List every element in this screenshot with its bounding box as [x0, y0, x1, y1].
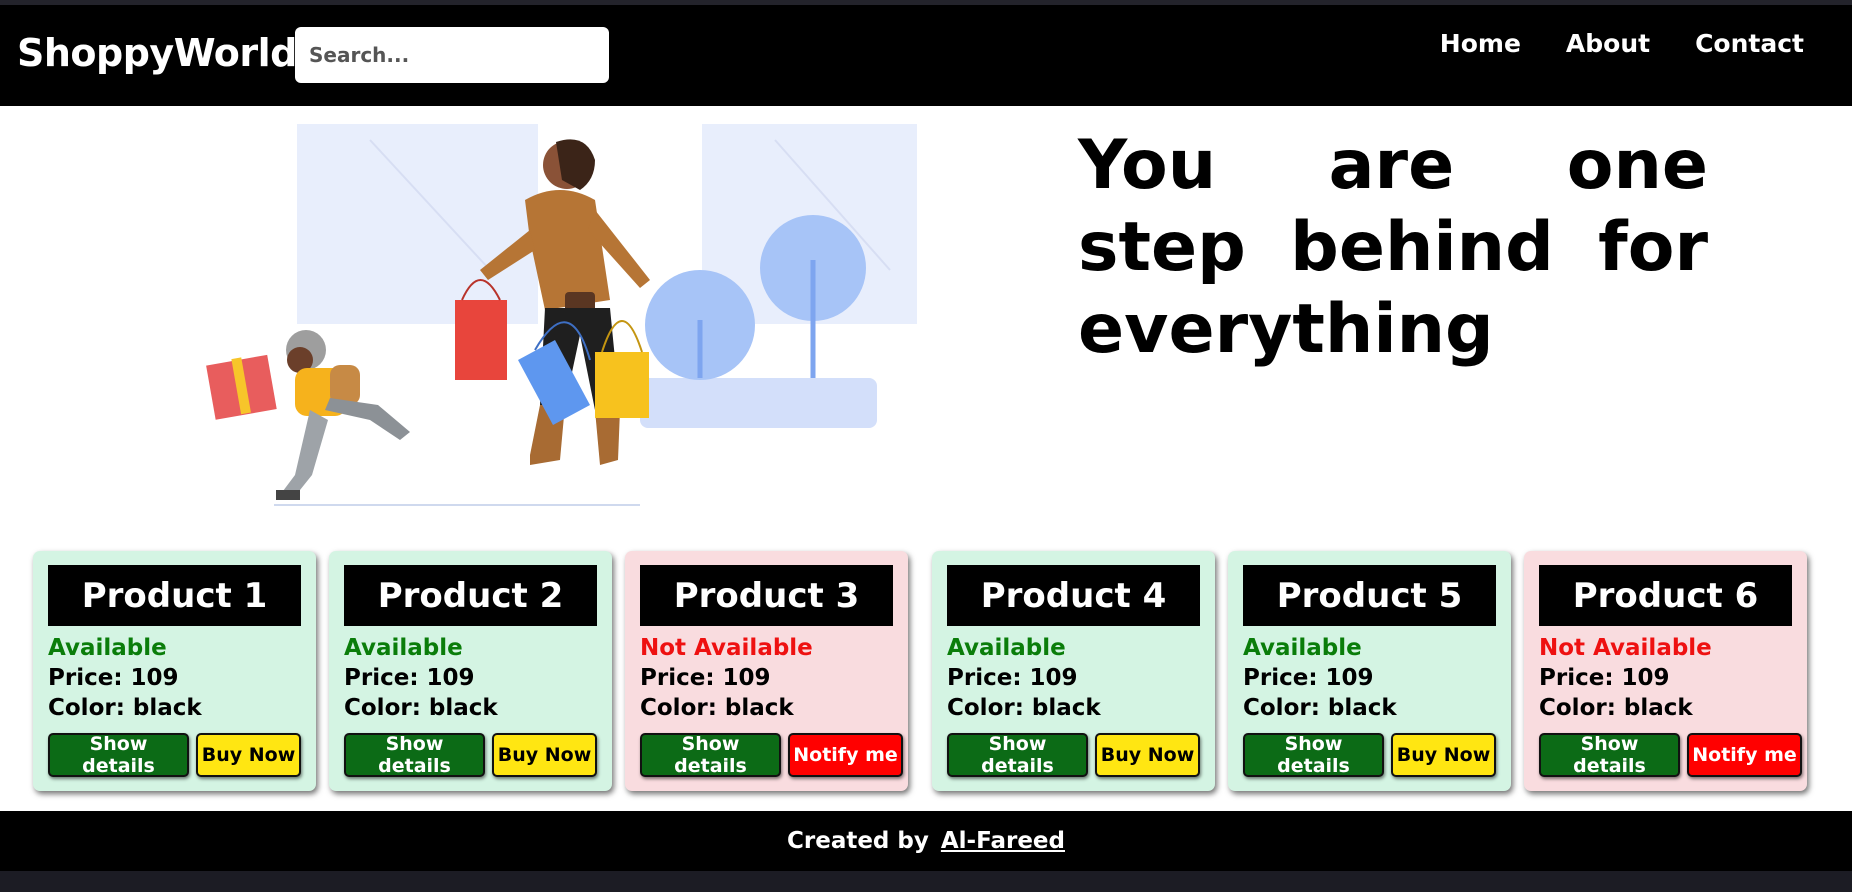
product-title: Product 3	[640, 565, 893, 626]
nav-link-home[interactable]: Home	[1440, 29, 1521, 58]
product-price: Price: 109	[1243, 665, 1374, 691]
product-title: Product 2	[344, 565, 597, 626]
product-color: Color: black	[1539, 695, 1693, 721]
show-details-button[interactable]: Show details	[1243, 733, 1384, 777]
show-details-button[interactable]: Show details	[1539, 733, 1680, 777]
product-card: Product 3 Not Available Price: 109 Color…	[625, 551, 908, 791]
nav-links: Home About Contact	[1395, 29, 1804, 58]
buy-now-button[interactable]: Buy Now	[1391, 733, 1496, 777]
product-card: Product 5 Available Price: 109 Color: bl…	[1228, 551, 1511, 791]
product-title: Product 4	[947, 565, 1200, 626]
nav-link-contact[interactable]: Contact	[1695, 29, 1804, 58]
availability-status: Available	[344, 635, 463, 661]
availability-status: Not Available	[640, 635, 813, 661]
notify-me-button[interactable]: Notify me	[1687, 733, 1802, 777]
product-card: Product 4 Available Price: 109 Color: bl…	[932, 551, 1215, 791]
product-color: Color: black	[1243, 695, 1397, 721]
availability-status: Available	[48, 635, 167, 661]
search-input[interactable]	[295, 27, 609, 83]
product-color: Color: black	[947, 695, 1101, 721]
product-title: Product 6	[1539, 565, 1792, 626]
nav-link-about[interactable]: About	[1566, 29, 1650, 58]
product-price: Price: 109	[344, 665, 475, 691]
buy-now-button[interactable]: Buy Now	[196, 733, 301, 777]
product-price: Price: 109	[1539, 665, 1670, 691]
product-color: Color: black	[640, 695, 794, 721]
product-grid: Product 1 Available Price: 109 Color: bl…	[33, 551, 1823, 791]
hero-headline: You are one step behind for everything	[1078, 126, 1708, 369]
availability-status: Not Available	[1539, 635, 1712, 661]
product-price: Price: 109	[48, 665, 179, 691]
product-card: Product 6 Not Available Price: 109 Color…	[1524, 551, 1807, 791]
brand-logo[interactable]: ShoppyWorld	[17, 31, 297, 75]
availability-status: Available	[947, 635, 1066, 661]
show-details-button[interactable]: Show details	[48, 733, 189, 777]
author-link[interactable]: Al-Fareed	[941, 828, 1065, 854]
show-details-button[interactable]: Show details	[947, 733, 1088, 777]
product-color: Color: black	[48, 695, 202, 721]
show-details-button[interactable]: Show details	[344, 733, 485, 777]
hero-illustration	[206, 124, 917, 506]
navbar: ShoppyWorld Home About Contact	[0, 5, 1852, 106]
product-card: Product 1 Available Price: 109 Color: bl…	[33, 551, 316, 791]
notify-me-button[interactable]: Notify me	[788, 733, 903, 777]
product-title: Product 5	[1243, 565, 1496, 626]
product-color: Color: black	[344, 695, 498, 721]
availability-status: Available	[1243, 635, 1362, 661]
product-price: Price: 109	[947, 665, 1078, 691]
product-title: Product 1	[48, 565, 301, 626]
window-bottom-strip	[0, 871, 1852, 892]
footer: Created by Al-Fareed	[0, 811, 1852, 871]
buy-now-button[interactable]: Buy Now	[1095, 733, 1200, 777]
footer-credit-text: Created by	[787, 828, 929, 854]
product-card: Product 2 Available Price: 109 Color: bl…	[329, 551, 612, 791]
product-price: Price: 109	[640, 665, 771, 691]
show-details-button[interactable]: Show details	[640, 733, 781, 777]
buy-now-button[interactable]: Buy Now	[492, 733, 597, 777]
